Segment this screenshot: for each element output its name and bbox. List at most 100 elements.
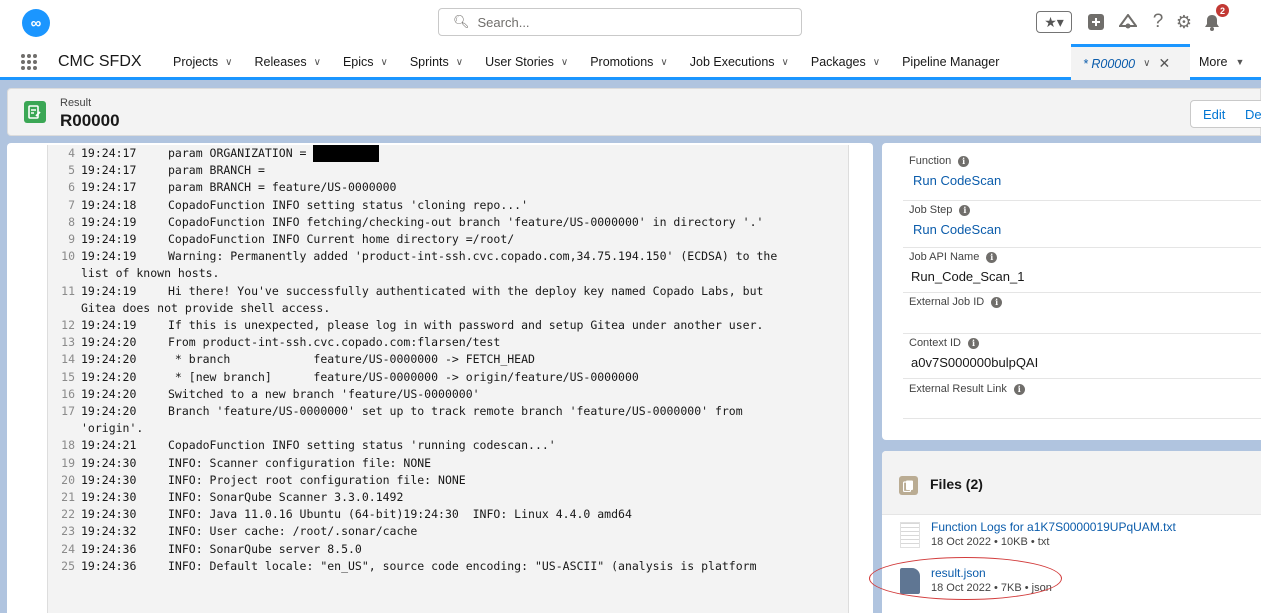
favorites-icon[interactable]: ★▾	[1036, 11, 1072, 33]
delete-button[interactable]: Delete	[1233, 100, 1261, 128]
info-icon[interactable]: i	[959, 204, 971, 216]
log-line-number: 12	[61, 318, 75, 333]
log-line: 21 19:24:30 INFO: SonarQube Scanner 3.3.0.…	[56, 489, 856, 506]
file-name-link[interactable]: Function Logs for a1K7S0000019UPqUAM.txt	[931, 520, 1176, 534]
search-input[interactable]: 🔍︎ Search...	[438, 8, 802, 36]
chevron-down-icon[interactable]: ∨	[225, 57, 232, 68]
chevron-down-icon[interactable]: ∨	[660, 57, 667, 68]
log-timestamp: 19:24:20	[81, 352, 137, 367]
info-icon[interactable]: i	[958, 155, 970, 167]
log-line: 10 19:24:19 Warning: Permanently added 'pr…	[56, 248, 856, 282]
chevron-down-icon[interactable]: ∨	[456, 57, 463, 68]
log-message: param ORGANIZATION =	[168, 146, 314, 160]
log-line-number: 10	[61, 249, 75, 264]
field-label: Function	[909, 155, 952, 167]
trailhead-icon[interactable]	[1117, 10, 1139, 34]
log-timestamp: 19:24:19	[81, 232, 137, 247]
log-line-number: 9	[68, 232, 75, 247]
close-icon[interactable]: ✕	[1158, 55, 1170, 72]
log-line: 5 19:24:17 param BRANCH =	[56, 162, 856, 179]
nav-item-promotions[interactable]: Promotions ∨	[590, 44, 668, 80]
chevron-down-icon[interactable]: ∨	[782, 57, 789, 68]
log-line: 14 19:24:20 * branch feature/US-0000000 -…	[56, 351, 856, 368]
field-label: External Result Link	[909, 383, 1007, 395]
log-line-text: 19:24:30 INFO: Scanner configuration file…	[81, 455, 856, 472]
info-icon[interactable]: i	[986, 251, 998, 263]
nav-item-packages[interactable]: Packages ∨	[811, 44, 880, 80]
json-file-icon	[900, 568, 920, 594]
nav-item-job-executions[interactable]: Job Executions ∨	[690, 44, 789, 80]
info-icon[interactable]: i	[967, 337, 979, 349]
log-line: 9 19:24:19 CopadoFunction INFO Current hom…	[56, 231, 856, 248]
files-card-title[interactable]: Files (2)	[930, 476, 983, 492]
field-external-result-link: External Result Link i	[903, 383, 1261, 419]
nav-item-epics[interactable]: Epics ∨	[343, 44, 388, 80]
log-line-number: 24	[61, 541, 75, 556]
file-item-txt[interactable]: Function Logs for a1K7S0000019UPqUAM.txt…	[900, 520, 1260, 550]
log-line-text: 19:24:20 * [new branch] feature/US-00000…	[81, 369, 856, 386]
files-card-header: Files (2)	[882, 451, 1261, 515]
log-line-text: 19:24:19 If this is unexpected, please lo…	[81, 317, 856, 334]
chevron-down-icon[interactable]: ∨	[381, 57, 388, 68]
log-timestamp: 19:24:32	[81, 524, 137, 539]
function-link[interactable]: Run CodeScan	[903, 173, 1261, 188]
info-icon[interactable]: i	[1013, 383, 1025, 395]
log-line-text: 19:24:17 param BRANCH =	[81, 162, 856, 179]
log-timestamp: 19:24:17	[81, 180, 137, 195]
field-job-step: Job Step i Run CodeScan	[903, 204, 1261, 248]
nav-item-releases[interactable]: Releases ∨	[254, 44, 320, 80]
log-message: Hi there! You've successfully authentica…	[168, 283, 764, 298]
log-viewer[interactable]: 4 19:24:17 param ORGANIZATION = 5 19:24:17 p…	[47, 145, 849, 613]
log-line-text: 19:24:32 INFO: User cache: /root/.sonar/c…	[81, 523, 856, 540]
log-line: 8 19:24:19 CopadoFunction INFO fetching/ch…	[56, 214, 856, 231]
file-name-link[interactable]: result.json	[931, 566, 986, 580]
log-message: INFO: User cache: /root/.sonar/cache	[168, 524, 418, 539]
log-line: 15 19:24:20 * [new branch] feature/US-000…	[56, 369, 856, 386]
redacted-block	[313, 145, 380, 162]
nav-item-user-stories[interactable]: User Stories ∨	[485, 44, 568, 80]
setup-icon[interactable]: ⚙	[1173, 10, 1195, 34]
record-name: R00000	[60, 111, 120, 130]
chevron-down-icon[interactable]: ∨	[873, 57, 880, 68]
log-line-number: 11	[61, 283, 75, 298]
field-job-api-name: Job API Name i Run_Code_Scan_1	[903, 251, 1261, 293]
job-step-link[interactable]: Run CodeScan	[903, 222, 1261, 237]
log-timestamp: 19:24:19	[81, 318, 137, 333]
field-label: External Job ID	[909, 296, 985, 308]
nav-more[interactable]: More ▼	[1199, 44, 1244, 80]
log-line-number: 19	[61, 455, 75, 470]
log-timestamp: 19:24:30	[81, 490, 137, 505]
nav-item-sprints[interactable]: Sprints ∨	[410, 44, 463, 80]
log-timestamp: 19:24:20	[81, 369, 137, 384]
txt-file-icon	[900, 522, 920, 548]
chevron-down-icon[interactable]: ∨	[1143, 58, 1150, 69]
log-message: Branch 'feature/US-0000000' set up to tr…	[168, 404, 743, 419]
chevron-down-icon[interactable]: ∨	[314, 57, 321, 68]
help-icon[interactable]: ?	[1149, 10, 1167, 34]
file-meta: 18 Oct 2022 • 7KB • json	[931, 582, 1052, 594]
log-line-text: 19:24:30 INFO: Project root configuration…	[81, 472, 856, 489]
chevron-down-icon[interactable]: ∨	[561, 57, 568, 68]
bell-icon[interactable]: 2	[1201, 4, 1229, 34]
info-icon[interactable]: i	[991, 296, 1003, 308]
log-timestamp: 19:24:20	[81, 404, 137, 419]
file-item-json[interactable]: result.json 18 Oct 2022 • 7KB • json	[900, 566, 1260, 596]
files-icon	[899, 476, 918, 495]
add-icon[interactable]	[1086, 10, 1106, 34]
logo-icon[interactable]: ∞	[22, 9, 50, 37]
edit-button[interactable]: Edit	[1190, 100, 1234, 128]
field-label: Job Step	[909, 204, 953, 216]
nav-item-projects[interactable]: Projects ∨	[173, 44, 232, 80]
nav-item-pipeline-manager[interactable]: Pipeline Manager	[902, 44, 999, 80]
log-message: From product-int-ssh.cvc.copado.com:flar…	[168, 335, 501, 350]
log-line-text: 19:24:19 CopadoFunction INFO Current home…	[81, 231, 856, 248]
log-line: 25 19:24:36 INFO: Default locale: "en_US",…	[56, 558, 856, 575]
log-line-text: 19:24:17 param ORGANIZATION =	[81, 145, 856, 162]
log-message: INFO: Scanner configuration file: NONE	[168, 455, 432, 470]
app-launcher-icon[interactable]	[21, 54, 37, 70]
tab-active-record[interactable]: * R00000 ∨ ✕	[1071, 44, 1190, 80]
log-line-number: 4	[68, 146, 75, 160]
tab-label: * R00000	[1083, 56, 1136, 71]
log-line-text: 19:24:30 INFO: Java 11.0.16 Ubuntu (64-bi…	[81, 506, 856, 523]
log-message: CopadoFunction INFO setting status 'runn…	[168, 438, 556, 453]
